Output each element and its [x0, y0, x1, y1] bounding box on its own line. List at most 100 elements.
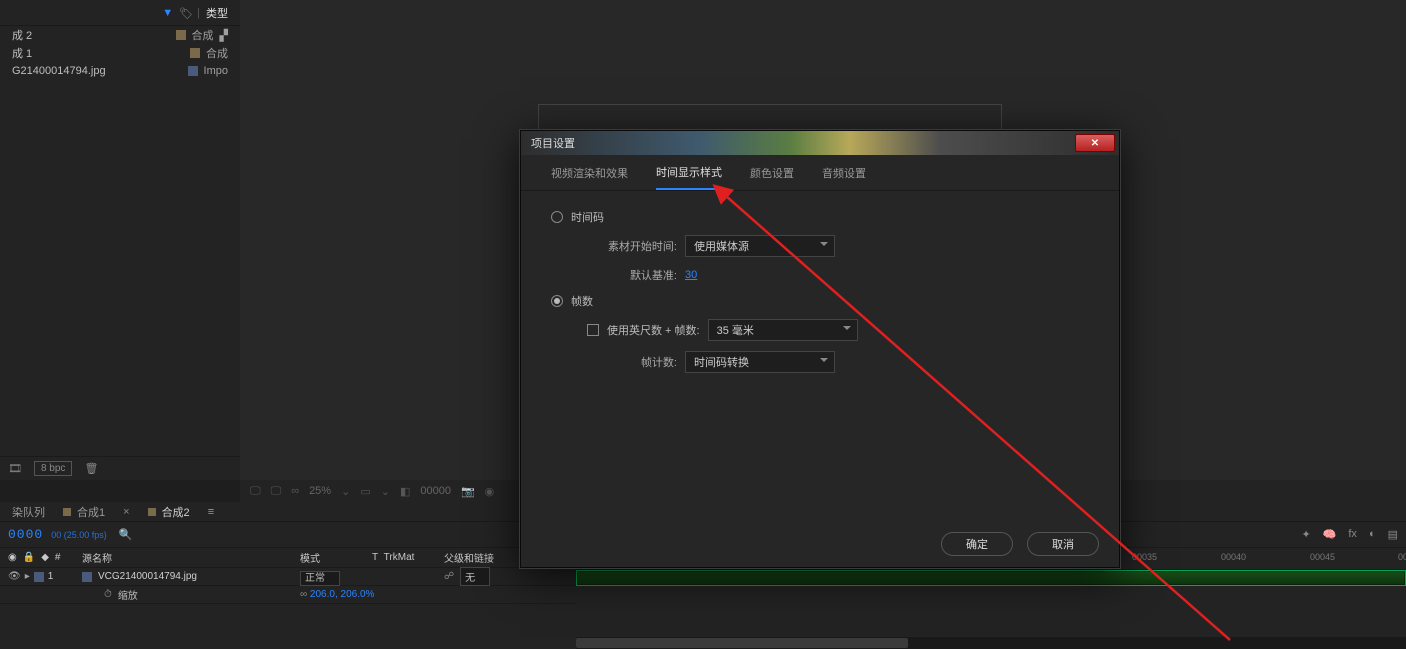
project-item-name: 成 1 [12, 45, 32, 61]
layer-index: 1 [48, 571, 54, 582]
project-item-type: Impo [204, 65, 228, 77]
tab-menu-icon[interactable]: ≡ [208, 506, 214, 518]
parent-dropdown[interactable]: 无 [460, 567, 490, 586]
tab-audio-settings[interactable]: 音频设置 [822, 157, 866, 189]
current-timecode[interactable]: 0000 [8, 527, 43, 542]
feet-frames-dropdown[interactable]: 35 毫米 [708, 319, 858, 341]
frame-count-label: 帧计数: [587, 354, 677, 370]
default-base-value[interactable]: 30 [685, 269, 697, 281]
viewer-timecode[interactable]: 00000 [420, 485, 451, 497]
timecode-radio-row[interactable]: 时间码 [551, 209, 1089, 225]
column-header-type[interactable]: 类型 [206, 5, 232, 21]
ruler-tick: 00050 [1398, 552, 1406, 562]
feet-frames-label: 使用英尺数 + 帧数: [607, 322, 700, 338]
layer-name[interactable]: VCG21400014794.jpg [98, 571, 197, 582]
project-panel-header: ▼ 🏷 | 类型 [0, 0, 240, 26]
display-icon[interactable]: 🖵 [271, 485, 282, 498]
tab-color-settings[interactable]: 颜色设置 [750, 157, 794, 189]
feet-frames-checkbox[interactable] [587, 324, 599, 336]
monitor-icon[interactable]: 🖵 [250, 485, 261, 498]
column-header-trkmat[interactable]: T TrkMat [372, 552, 444, 563]
layer-color-swatch[interactable] [34, 572, 44, 582]
chevron-down-icon[interactable]: ⌄ [341, 485, 350, 498]
property-value[interactable]: 206.0, 206.0% [310, 589, 375, 600]
tag-icon[interactable]: 🏷 [179, 7, 191, 19]
snapshot-icon[interactable]: ◉ [485, 485, 495, 498]
footage-start-label: 素材开始时间: [587, 238, 677, 254]
project-item-footage[interactable]: G21400014794.jpg Impo [0, 62, 240, 80]
graph-editor-icon[interactable]: ▤ [1388, 528, 1398, 541]
motion-blur-icon[interactable]: ◐ [1369, 528, 1376, 541]
timeline-scrollbar[interactable] [576, 637, 1406, 649]
zoom-level[interactable]: 25% [309, 485, 331, 497]
project-item-name: G21400014794.jpg [12, 65, 106, 77]
mask-icon[interactable]: ◧ [400, 485, 410, 498]
color-swatch [148, 508, 156, 516]
project-panel: ▼ 🏷 | 类型 成 2 合成 ▞ 成 1 合成 G21400014794.jpg… [0, 0, 240, 480]
ruler-tick: 00040 [1221, 552, 1246, 562]
pickwhip-icon[interactable]: ☍ [444, 571, 454, 582]
project-item-comp1[interactable]: 成 1 合成 [0, 44, 240, 62]
color-swatch [188, 66, 198, 76]
radio-frames[interactable] [551, 295, 563, 307]
flowchart-icon: ▞ [220, 29, 228, 42]
frames-radio-row[interactable]: 帧数 [551, 293, 1089, 309]
cancel-button[interactable]: 取消 [1027, 532, 1099, 556]
project-item-name: 成 2 [12, 27, 32, 43]
frame-count-dropdown[interactable]: 时间码转换 [685, 351, 835, 373]
visibility-icon[interactable]: 👁 [8, 571, 21, 582]
tab-time-display-style[interactable]: 时间显示样式 [656, 156, 722, 190]
panel-twirl-icon[interactable]: ▼ [162, 7, 173, 19]
shy-icon[interactable]: ✦ [1301, 528, 1310, 541]
column-header-source-name[interactable]: 源名称 [82, 550, 300, 565]
ruler-tick: 00045 [1310, 552, 1335, 562]
trash-icon[interactable]: 🗑 [84, 462, 98, 475]
av-column-icon[interactable]: ◉ [8, 552, 17, 563]
project-item-type: 合成 [192, 27, 214, 43]
tab-comp2[interactable]: 合成2 [148, 504, 190, 520]
bpc-indicator[interactable]: 8 bpc [34, 461, 72, 476]
tab-comp1[interactable]: 合成1 [63, 504, 105, 520]
chevron-down-icon[interactable]: ⌄ [381, 485, 390, 498]
constrain-proportions-icon[interactable]: ∞ [300, 589, 307, 600]
project-panel-footer: 🎞 8 bpc 🗑 [0, 456, 240, 480]
project-settings-dialog: 项目设置 ✕ 视频渲染和效果 时间显示样式 颜色设置 音频设置 时间码 素材开始… [520, 130, 1120, 568]
lock-column-icon[interactable]: 🔒 [23, 552, 35, 563]
stopwatch-icon[interactable]: ⏱ [104, 589, 112, 600]
project-item-comp2[interactable]: 成 2 合成 ▞ [0, 26, 240, 44]
link-icon[interactable]: ∞ [291, 485, 299, 497]
tab-video-rendering[interactable]: 视频渲染和效果 [551, 157, 628, 189]
dialog-title: 项目设置 [531, 135, 1075, 151]
blend-mode-dropdown[interactable]: 正常 [300, 571, 340, 586]
brain-icon[interactable]: 🧠 [1323, 528, 1337, 541]
property-label[interactable]: 缩放 [118, 587, 138, 602]
search-icon[interactable]: 🔍 [119, 528, 133, 541]
interpret-footage-icon[interactable]: 🎞 [8, 462, 22, 475]
twirl-icon[interactable]: ▸ [25, 571, 30, 582]
tab-close-icon[interactable]: × [123, 506, 129, 518]
dialog-titlebar[interactable]: 项目设置 ✕ [521, 131, 1119, 155]
separator: | [197, 7, 200, 19]
color-swatch [190, 48, 200, 58]
column-header-mode[interactable]: 模式 [300, 550, 372, 565]
label-column-icon[interactable]: ◆ [41, 552, 49, 563]
timeline-toolbar: ✦ 🧠 fx ◐ ▤ [1301, 528, 1398, 541]
project-item-type: 合成 [206, 45, 228, 61]
dialog-tab-bar: 视频渲染和效果 时间显示样式 颜色设置 音频设置 [521, 155, 1119, 191]
scrollbar-thumb[interactable] [576, 638, 908, 648]
project-rows: 成 2 合成 ▞ 成 1 合成 G21400014794.jpg Impo [0, 26, 240, 80]
ok-button[interactable]: 确定 [941, 532, 1013, 556]
radio-timecode-label: 时间码 [571, 209, 604, 225]
dialog-footer: 确定 取消 [521, 521, 1119, 567]
footage-start-dropdown[interactable]: 使用媒体源 [685, 235, 835, 257]
dialog-close-button[interactable]: ✕ [1075, 134, 1115, 152]
radio-timecode[interactable] [551, 211, 563, 223]
camera-icon[interactable]: 📷 [461, 485, 475, 498]
res-icon[interactable]: ▭ [360, 485, 370, 498]
fx-icon[interactable]: fx [1348, 528, 1357, 541]
index-column-header[interactable]: # [55, 552, 61, 563]
tab-render-queue[interactable]: 染队列 [12, 504, 45, 520]
layer-duration-bar[interactable] [576, 570, 1406, 586]
dialog-body: 时间码 素材开始时间: 使用媒体源 默认基准: 30 帧数 使用英尺数 + 帧数… [521, 191, 1119, 395]
radio-frames-label: 帧数 [571, 293, 593, 309]
